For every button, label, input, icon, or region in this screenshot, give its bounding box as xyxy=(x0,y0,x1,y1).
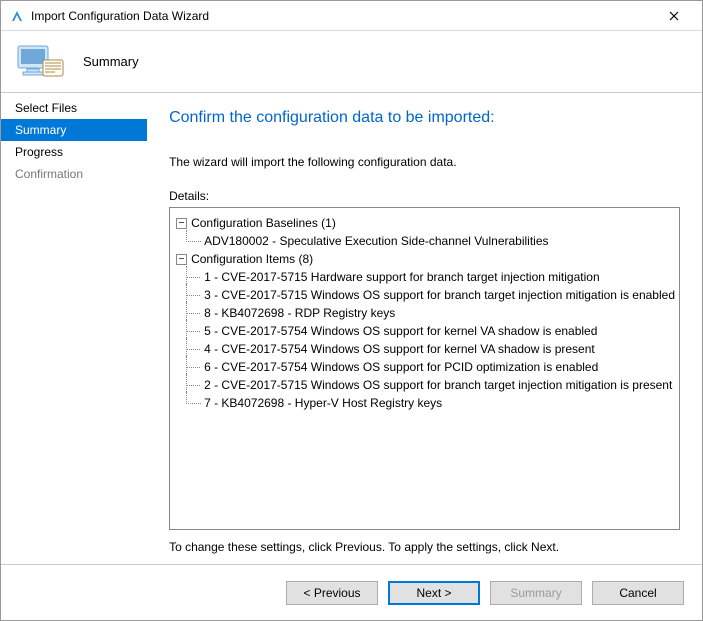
collapse-icon[interactable]: − xyxy=(176,218,187,229)
tree-label: Configuration Baselines (1) xyxy=(191,216,336,230)
details-label: Details: xyxy=(169,189,680,203)
tree-config-item[interactable]: 8 - KB4072698 - RDP Registry keys xyxy=(174,304,675,322)
instruction-text: The wizard will import the following con… xyxy=(169,155,680,169)
tree-baseline-item[interactable]: ADV180002 - Speculative Execution Side-c… xyxy=(174,232,675,250)
tree-config-item[interactable]: 2 - CVE-2017-5715 Windows OS support for… xyxy=(174,376,675,394)
wizard-steps-sidebar: Select Files Summary Progress Confirmati… xyxy=(1,93,147,564)
window-title: Import Configuration Data Wizard xyxy=(31,9,654,23)
tree-config-item[interactable]: 5 - CVE-2017-5754 Windows OS support for… xyxy=(174,322,675,340)
sidebar-item-summary[interactable]: Summary xyxy=(1,119,147,141)
tree-config-item[interactable]: 6 - CVE-2017-5754 Windows OS support for… xyxy=(174,358,675,376)
page-heading: Confirm the configuration data to be imp… xyxy=(169,109,680,127)
tree-label: Configuration Items (8) xyxy=(191,252,313,266)
tree-config-item[interactable]: 7 - KB4072698 - Hyper-V Host Registry ke… xyxy=(174,394,675,412)
tree-items-root[interactable]: −Configuration Items (8) xyxy=(174,250,675,268)
sidebar-item-select-files[interactable]: Select Files xyxy=(1,97,147,119)
previous-button[interactable]: < Previous xyxy=(286,581,378,605)
wizard-header: Summary xyxy=(1,31,702,93)
tree-config-item[interactable]: 3 - CVE-2017-5715 Windows OS support for… xyxy=(174,286,675,304)
tree-config-item[interactable]: 1 - CVE-2017-5715 Hardware support for b… xyxy=(174,268,675,286)
sidebar-item-confirmation: Confirmation xyxy=(1,163,147,185)
tree-config-item[interactable]: 4 - CVE-2017-5754 Windows OS support for… xyxy=(174,340,675,358)
tree-baselines-root[interactable]: −Configuration Baselines (1) xyxy=(174,214,675,232)
footnote-text: To change these settings, click Previous… xyxy=(169,540,680,554)
wizard-step-title: Summary xyxy=(83,54,139,69)
titlebar: Import Configuration Data Wizard xyxy=(1,1,702,31)
sidebar-item-progress[interactable]: Progress xyxy=(1,141,147,163)
wizard-main-panel: Confirm the configuration data to be imp… xyxy=(147,93,702,564)
cancel-button[interactable]: Cancel xyxy=(592,581,684,605)
collapse-icon[interactable]: − xyxy=(176,254,187,265)
wizard-footer: < Previous Next > Summary Cancel xyxy=(1,564,702,620)
summary-button: Summary xyxy=(490,581,582,605)
wizard-icon xyxy=(17,42,65,82)
close-button[interactable] xyxy=(654,2,694,30)
app-icon xyxy=(9,8,25,24)
next-button[interactable]: Next > xyxy=(388,581,480,605)
details-tree[interactable]: −Configuration Baselines (1) ADV180002 -… xyxy=(169,207,680,530)
